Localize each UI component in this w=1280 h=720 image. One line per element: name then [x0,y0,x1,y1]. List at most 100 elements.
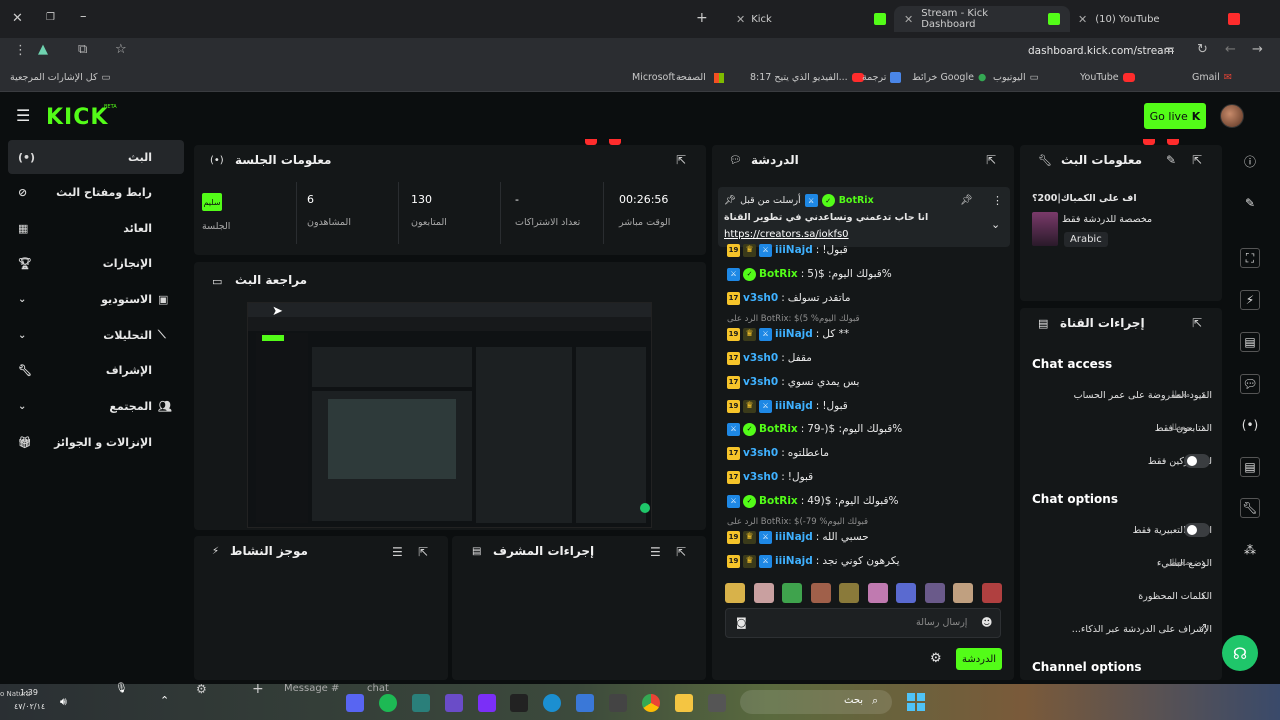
chrome-browser-icon[interactable] [642,694,660,712]
sidebar-item-stream-key[interactable]: رابط ومفتاح البث ⊘ [8,175,184,209]
chat-username[interactable]: iiiNajd [775,555,813,567]
info-icon[interactable]: ⓘ [1240,151,1260,171]
bookmark-video[interactable]: 8:17 الفيديو الذي يتيح... [750,72,864,83]
expand-panel-icon[interactable]: ⇱ [1192,153,1202,167]
go-live-button[interactable]: Go live K [1144,103,1206,129]
emote-icon[interactable] [981,583,1002,603]
edge-browser-icon[interactable] [543,694,561,712]
chat-username[interactable]: v3sh0 [743,471,778,483]
mic-icon[interactable]: 🎙︎ [115,683,128,694]
chevron-up-icon[interactable]: ⌃ [160,694,169,707]
close-window-icon[interactable]: ✕ [12,11,23,26]
clipboard-icon[interactable]: ▤ [1240,332,1260,352]
emote-icon[interactable] [867,583,888,603]
share-icon[interactable]: ⧉ [78,42,87,57]
settings-gear-icon[interactable]: ⚙ [196,682,207,696]
gift-icon[interactable]: ◙ [736,616,747,629]
app-icon[interactable] [478,694,496,712]
emote-icon[interactable] [753,583,774,603]
close-tab-icon[interactable]: ✕ [1078,13,1087,26]
menu-dots-icon[interactable]: ⋮ [14,43,27,58]
headset-help-button[interactable]: ☊ [1222,635,1258,671]
app-icon[interactable] [510,694,528,712]
setting-banned-words[interactable]: الكلمات المحظورة [1032,588,1212,604]
kick-logo[interactable]: KICK [46,105,108,130]
bookmarks-folder[interactable]: كل الإشارات المرجعية ▭ [10,72,111,83]
app-icon[interactable] [445,694,463,712]
chevron-right-icon[interactable]: › [1201,589,1205,602]
tab-stream-dashboard[interactable]: ✕ Stream - Kick Dashboard [894,6,1070,32]
discord-app-icon[interactable] [346,694,364,712]
sidebar-item-community[interactable]: 👥︎ المجتمع ⌄ [8,389,184,423]
channel-icon[interactable]: ▤ [1240,457,1260,477]
edit-pencil-icon[interactable]: ✎ [1166,153,1176,167]
windows-start-icon[interactable] [907,693,925,711]
pinned-link[interactable]: https://creators.sa/iokfs0 [724,229,849,240]
subscribers-only-toggle[interactable] [1184,454,1210,468]
sidebar-item-studio[interactable]: ▣ الاستوديو ⌄ [8,282,184,316]
sidebar-item-analytics[interactable]: ⟋ التحليلات ⌄ [8,318,184,352]
setting-ai-moderation[interactable]: الإشراف على الدردشة عبر الذكاء... [1032,621,1212,637]
fullscreen-icon[interactable]: ⛶ [1240,248,1260,268]
nodes-icon[interactable]: ⁂ [1240,540,1260,560]
bookmark-gmail[interactable]: Gmail ✉ [1192,72,1232,83]
sidebar-item-drops[interactable]: الإنزالات و الجوائز 🎁︎ [8,425,184,459]
chat-username[interactable]: iiiNajd [775,531,813,543]
chat-username[interactable]: iiiNajd [775,244,813,256]
app-icon[interactable] [609,694,627,712]
emote-icon[interactable] [725,583,745,603]
emote-icon[interactable] [839,583,859,603]
site-settings-icon[interactable]: ⚌ [1165,42,1175,55]
url-text[interactable]: dashboard.kick.com/stream [1028,45,1174,57]
chevron-right-icon[interactable]: › [1201,556,1205,569]
close-tab-icon[interactable]: ✕ [736,13,745,26]
tab-youtube[interactable]: ✕ (10) YouTube [1078,6,1240,32]
chat-username[interactable]: BotRix [759,495,798,507]
sidebar-item-stream[interactable]: البث (•) [8,140,184,174]
chat-username[interactable]: v3sh0 [743,447,778,459]
broadcast-icon[interactable]: (•) [1240,415,1260,435]
emote-icon[interactable] [810,583,831,603]
chat-username[interactable]: BotRix [759,423,798,435]
sidebar-item-revenue[interactable]: العائد ▦ [8,211,184,245]
app-icon[interactable] [412,694,430,712]
emote-icon[interactable] [953,583,973,603]
emoji-picker-icon[interactable]: ☻ [981,616,992,629]
chat-username[interactable]: v3sh0 [743,352,778,364]
pinned-menu-icon[interactable]: ⋮ [992,194,1003,207]
taskbar-search[interactable]: ⌕ بحث [740,690,892,714]
expand-panel-icon[interactable]: ⇱ [676,545,686,559]
chevron-down-icon[interactable]: ⌄ [991,218,1000,231]
app-icon[interactable] [708,694,726,712]
category-name[interactable]: مخصصة للدردشة فقط [1062,214,1152,225]
minimize-window-icon[interactable]: – [80,9,87,24]
plus-icon[interactable]: + [252,681,264,697]
restore-window-icon[interactable]: ❐ [46,12,55,23]
reply-reference[interactable]: الرد على BotRix: $(-79 %قبولك اليوم [727,517,868,527]
extension-icon[interactable]: ▲ [38,42,48,57]
reload-icon[interactable]: ↻ [1197,42,1208,57]
hamburger-menu-icon[interactable]: ☰ [16,106,30,125]
bookmark-translate[interactable]: ترجمة [862,72,902,83]
external-link-icon[interactable]: ⇗ [1199,622,1207,633]
chat-username[interactable]: v3sh0 [743,376,778,388]
chat-bubble-icon[interactable]: 💬︎ [1240,374,1260,394]
spotify-app-icon[interactable] [379,694,397,712]
chat-username[interactable]: iiiNajd [775,328,813,340]
wrench-icon[interactable]: 🔧︎ [1240,498,1260,518]
emote-icon[interactable] [782,583,802,603]
avatar[interactable] [1220,104,1244,128]
file-explorer-icon[interactable] [675,694,693,712]
edit-pencil-icon[interactable]: ✎ [1240,193,1260,213]
close-tab-icon[interactable]: ✕ [904,13,913,26]
forward-icon[interactable]: ← [1225,42,1236,57]
tab-kick[interactable]: ✕ Kick [736,6,886,32]
sidebar-item-moderation[interactable]: الإشراف 🔧︎ [8,353,184,387]
chat-send-button[interactable]: الدردشة [956,648,1002,670]
chevron-right-icon[interactable]: › [1201,388,1205,401]
chevron-right-icon[interactable]: › [1201,421,1205,434]
bookmark-youtube[interactable]: YouTube [1080,72,1135,83]
bookmark-page[interactable]: الصفحة [676,72,724,83]
stream-preview-video[interactable] [247,302,652,528]
chat-username[interactable]: iiiNajd [775,400,813,412]
